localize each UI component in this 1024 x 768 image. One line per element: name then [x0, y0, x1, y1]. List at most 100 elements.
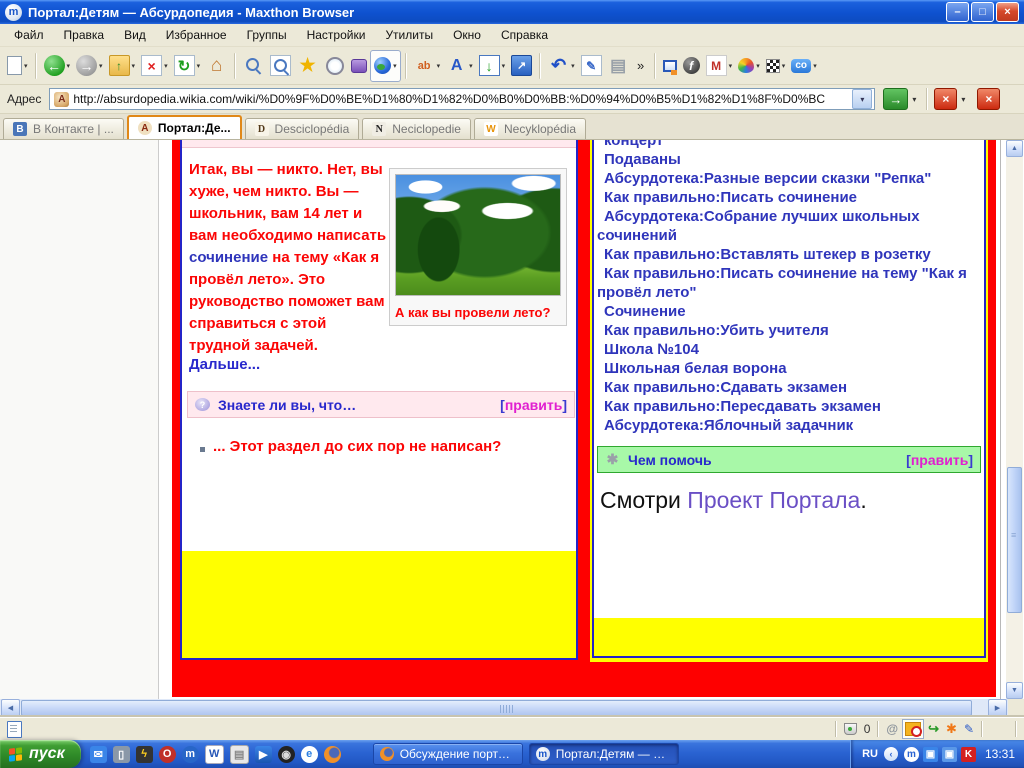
status-trash-icon[interactable]	[844, 723, 857, 735]
status-separator[interactable]	[1015, 721, 1017, 737]
menu-item[interactable]: Вид	[114, 25, 156, 45]
more-link[interactable]: Дальше...	[189, 356, 260, 373]
close-button[interactable]: ×	[996, 2, 1019, 22]
scroll-up-button[interactable]: ▲	[1006, 140, 1023, 157]
article-link[interactable]: Как правильно:Пересдавать экзамен	[597, 397, 973, 416]
article-link[interactable]: Как правильно:Писать сочинение на тему "…	[597, 264, 973, 302]
toolbar-separator[interactable]	[35, 53, 37, 79]
summer-meadow-image[interactable]	[395, 174, 561, 296]
status-plugins-icon[interactable]: ✱	[946, 721, 957, 737]
stop-loading-button[interactable]: ×	[934, 88, 957, 110]
menu-item[interactable]: Группы	[237, 25, 297, 45]
tray-maxthon-icon[interactable]: m	[904, 747, 919, 762]
taskbar-button-maxthon[interactable]: m Портал:Детям — Аб...	[529, 743, 679, 765]
proxy-globe-button[interactable]	[370, 50, 401, 82]
find-on-page-button[interactable]	[267, 51, 294, 81]
menu-item[interactable]: Избранное	[156, 25, 237, 45]
tray-kaspersky-icon[interactable]: K	[961, 747, 976, 762]
menu-item[interactable]: Утилиты	[375, 25, 443, 45]
download-control-button[interactable]: ↓	[476, 51, 509, 81]
quicklaunch-word[interactable]: W	[205, 745, 224, 764]
barcode-button[interactable]	[763, 51, 789, 81]
article-link[interactable]: Школа №104	[597, 340, 973, 359]
search-button[interactable]	[240, 51, 267, 81]
minimize-button[interactable]: –	[946, 2, 969, 22]
maximize-button[interactable]: □	[971, 2, 994, 22]
quicklaunch-opera[interactable]: O	[159, 746, 176, 763]
quicklaunch-mail[interactable]: ✉	[90, 746, 107, 763]
tab-desciclopedia[interactable]: D Desciclopédia	[245, 118, 360, 139]
title-bar[interactable]: m Портал:Детям — Абсурдопедия - Maxthon …	[0, 0, 1024, 24]
go-button[interactable]: →	[883, 88, 908, 110]
status-counter[interactable]: 0	[864, 722, 871, 736]
article-link[interactable]: концерт	[597, 140, 973, 150]
scroll-down-button[interactable]: ▼	[1006, 682, 1023, 699]
quicklaunch-ie[interactable]: e	[301, 746, 318, 763]
co-service-button[interactable]: co	[788, 51, 820, 81]
translate-button[interactable]: ab	[411, 51, 444, 81]
toolbar-separator[interactable]	[539, 53, 541, 79]
go-dropdown-arrow[interactable]: ▾	[912, 95, 916, 104]
vertical-scrollbar[interactable]: ▲ ▼	[1006, 140, 1023, 699]
article-link[interactable]: Как правильно:Сдавать экзамен	[597, 378, 973, 397]
summer-photo-thumb[interactable]: А как вы провели лето?	[389, 168, 567, 326]
more-buttons-chevron[interactable]: »	[632, 51, 650, 81]
stop-button[interactable]: ×	[138, 51, 171, 81]
menu-item[interactable]: Файл	[4, 25, 54, 45]
toolbar-separator[interactable]	[654, 53, 656, 79]
menu-item[interactable]: Окно	[443, 25, 491, 45]
article-link[interactable]: Абсурдотека:Яблочный задачник	[597, 416, 973, 435]
quicklaunch-firefox[interactable]	[324, 746, 341, 763]
address-input[interactable]	[73, 92, 852, 106]
article-link[interactable]: Сочинение	[597, 302, 973, 321]
article-link[interactable]: Школьная белая ворона	[597, 359, 973, 378]
essay-link[interactable]: сочинение	[189, 249, 268, 266]
status-autorefresh-icon[interactable]: ↪	[928, 721, 939, 737]
edit-link[interactable]: править	[911, 452, 968, 468]
article-link[interactable]: Как правильно:Писать сочинение	[597, 188, 973, 207]
taskbar-button-firefox[interactable]: Обсуждение портал...	[373, 743, 523, 765]
status-separator[interactable]	[877, 721, 879, 737]
quicklaunch-notes[interactable]: ▤	[230, 745, 249, 764]
article-link[interactable]: Как правильно:Вставлять штекер в розетку	[597, 245, 973, 264]
tray-expand-chevron[interactable]: ‹	[884, 747, 898, 761]
gmail-button[interactable]: M	[703, 51, 736, 81]
msn-button[interactable]	[735, 51, 763, 81]
close-tab-button[interactable]: ×	[977, 88, 1000, 110]
back-button[interactable]: ←	[41, 51, 74, 81]
tray-app-icon[interactable]: ▣	[942, 747, 957, 762]
notes-button[interactable]: ✎	[578, 51, 605, 81]
open-button[interactable]: ↑	[106, 51, 139, 81]
article-link[interactable]: Абсурдотека:Разные версии сказки "Репка"	[597, 169, 973, 188]
tab-neciclopedie[interactable]: N Neciclopedie	[362, 118, 471, 139]
status-separator[interactable]	[981, 721, 983, 737]
tab-vkontakte[interactable]: В В Контакте | ...	[3, 118, 124, 139]
screen-capture-button[interactable]	[660, 51, 680, 81]
status-proxy-snail-icon[interactable]: @	[886, 722, 898, 736]
horizontal-scrollbar[interactable]: ◀ ▶	[0, 699, 1024, 717]
forward-button[interactable]: →	[73, 51, 106, 81]
tray-app-icon[interactable]: ▣	[923, 747, 938, 762]
scroll-right-button[interactable]: ▶	[988, 699, 1007, 717]
quicklaunch-winamp[interactable]: ϟ	[136, 746, 153, 763]
article-link[interactable]: Как правильно:Убить учителя	[597, 321, 973, 340]
status-edit-icon[interactable]: ✎	[964, 722, 974, 736]
address-dropdown-button[interactable]: ▾	[852, 89, 872, 109]
toolbar-separator[interactable]	[405, 53, 407, 79]
status-separator[interactable]	[835, 721, 837, 737]
resources-button[interactable]	[348, 51, 370, 81]
language-indicator[interactable]: RU	[862, 748, 878, 760]
new-page-button[interactable]	[4, 51, 31, 81]
print-button[interactable]: ▤	[605, 51, 632, 81]
window-resize-button[interactable]: ↗	[508, 51, 535, 81]
menu-item[interactable]: Правка	[54, 25, 115, 45]
portal-project-link[interactable]: Проект Портала	[687, 487, 860, 513]
quicklaunch-maxthon[interactable]: m	[182, 746, 199, 763]
undo-button[interactable]: ↶	[545, 51, 578, 81]
edit-link[interactable]: править	[505, 397, 562, 413]
start-button[interactable]: пуск	[0, 740, 81, 768]
history-button[interactable]	[321, 51, 348, 81]
tab-necyklopedia[interactable]: W Necyklopédia	[474, 118, 586, 139]
scroll-left-button[interactable]: ◀	[1, 699, 20, 717]
quicklaunch-mediaplayer[interactable]: ▶	[255, 746, 272, 763]
